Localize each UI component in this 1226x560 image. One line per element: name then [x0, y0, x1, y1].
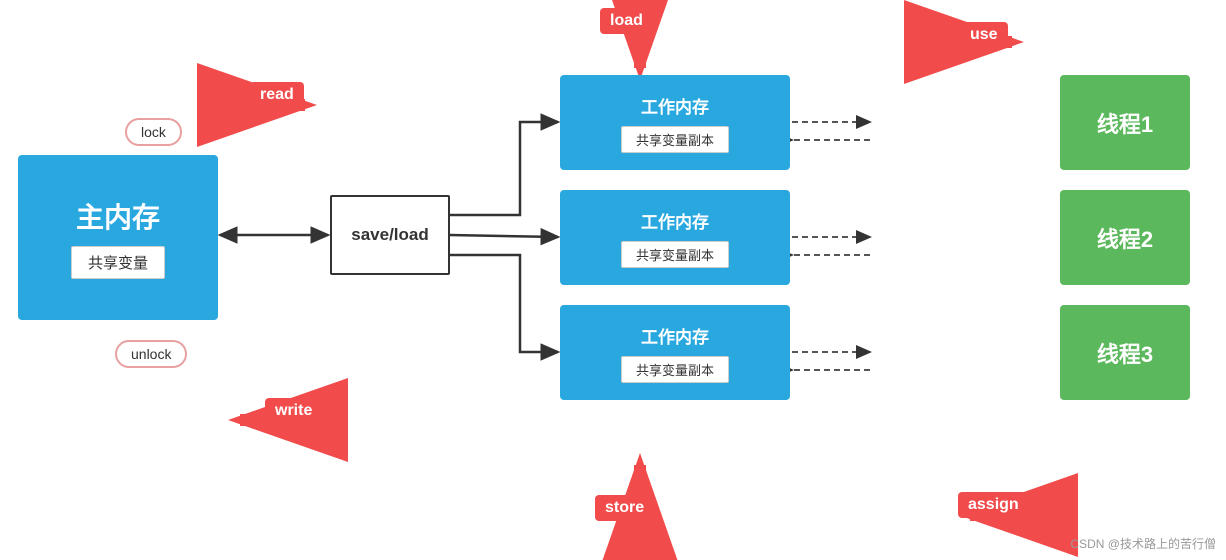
save-load-box: save/load [330, 195, 450, 275]
work-memory-2-inner: 共享变量副本 [621, 241, 729, 268]
work-memory-3-label: 工作内存 [641, 323, 709, 348]
main-memory-box: 主内存 共享变量 [18, 155, 218, 320]
work-memory-3-inner: 共享变量副本 [621, 356, 729, 383]
save-load-label: save/load [351, 225, 429, 245]
diagram: 主内存 共享变量 save/load 工作内存 共享变量副本 工作内存 共享变量… [0, 0, 1226, 560]
thread-1-box: 线程1 [1060, 75, 1190, 170]
write-arrow-label: write [265, 398, 322, 424]
thread-3-box: 线程3 [1060, 305, 1190, 400]
watermark: CSDN @技术路上的苦行僧 [1070, 535, 1216, 552]
read-arrow-label: read [250, 82, 304, 108]
work-memory-1-label: 工作内存 [641, 93, 709, 118]
work-memory-1: 工作内存 共享变量副本 [560, 75, 790, 170]
thread-3-label: 线程3 [1097, 337, 1153, 369]
main-memory-label: 主内存 [76, 196, 160, 236]
unlock-badge: unlock [115, 340, 187, 368]
assign-arrow-label: assign [958, 492, 1029, 518]
shared-variable: 共享变量 [71, 246, 165, 279]
thread-2-label: 线程2 [1097, 222, 1153, 254]
store-arrow-label: store [595, 495, 654, 521]
thread-2-box: 线程2 [1060, 190, 1190, 285]
lock-badge: lock [125, 118, 182, 146]
work-memory-3: 工作内存 共享变量副本 [560, 305, 790, 400]
thread-1-label: 线程1 [1097, 107, 1153, 139]
use-arrow-label: use [960, 22, 1008, 48]
work-memory-2-label: 工作内存 [641, 208, 709, 233]
load-arrow-label: load [600, 8, 653, 34]
work-memory-1-inner: 共享变量副本 [621, 126, 729, 153]
work-memory-2: 工作内存 共享变量副本 [560, 190, 790, 285]
